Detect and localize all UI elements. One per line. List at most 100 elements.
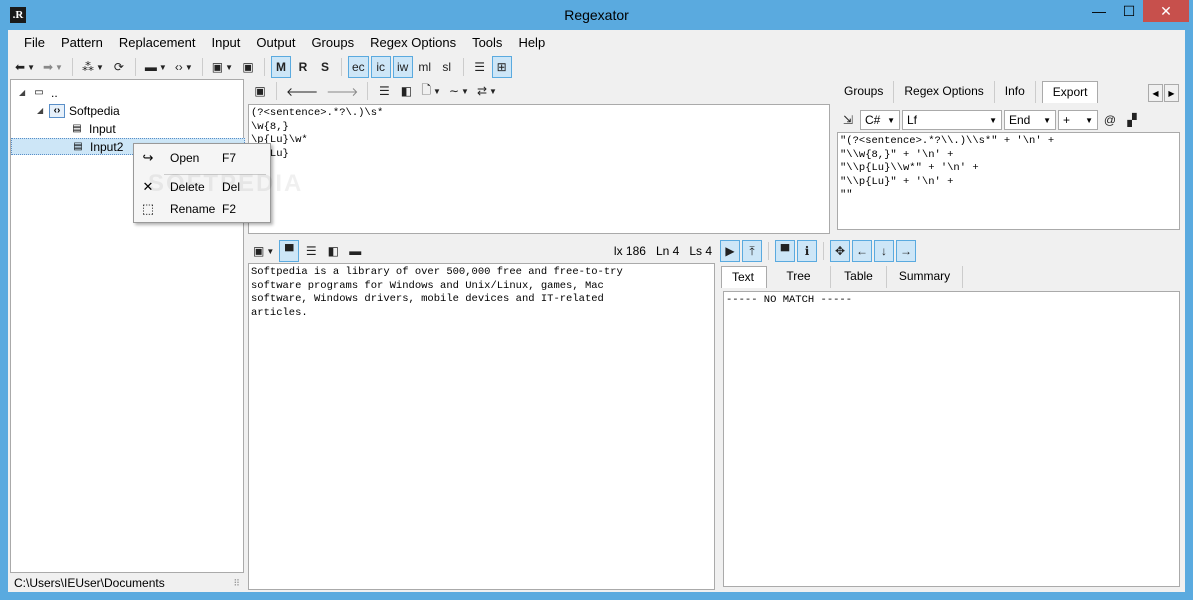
maximize-button[interactable]: ☐ [1115, 0, 1143, 22]
pattern-save-button[interactable]: ▣ [250, 80, 270, 102]
pattern-text[interactable]: (?<sentence>.*?\.)\s* \w{8,} \p{Lu}\w* \… [251, 107, 827, 161]
magic-button[interactable]: ⁂ ▼ [79, 56, 107, 78]
format-button[interactable]: ▞ [1122, 109, 1142, 131]
option-ml-button[interactable]: ml [415, 56, 435, 78]
title-bar[interactable]: .R Regexator — ☐ ✕ [0, 0, 1193, 30]
toolbar-separator [264, 58, 265, 76]
tab-regex-options[interactable]: Regex Options [894, 81, 995, 103]
forward-button[interactable]: ➡ ▼ [40, 56, 66, 78]
pattern-editor[interactable]: (?<sentence>.*?\.)\s* \w{8,} \p{Lu}\w* \… [248, 104, 830, 234]
menu-tools[interactable]: Tools [464, 35, 510, 50]
chevron-down-icon: ▼ [266, 246, 275, 256]
pattern-panel-button[interactable]: ◧ [396, 80, 416, 102]
resize-grip-icon[interactable]: ⠿ [233, 578, 240, 589]
tab-tree[interactable]: Tree [767, 266, 831, 288]
tab-scroll-right[interactable]: ▶ [1164, 84, 1179, 102]
pattern-doc-button[interactable]: 🗋 ▼ [418, 80, 444, 102]
menu-input[interactable]: Input [203, 35, 248, 50]
option-iw-button[interactable]: iw [392, 56, 413, 78]
nav-down-button[interactable]: ↓ [874, 240, 894, 262]
tab-table[interactable]: Table [831, 266, 887, 288]
tab-groups[interactable]: Groups [834, 81, 895, 103]
export-output[interactable]: "(?<sentence>.*?\\.)\\s*" + '\n' + "\\w{… [837, 132, 1180, 230]
pattern-forward-button[interactable]: 🡒 [323, 80, 361, 102]
back-button[interactable]: ⬅ ▼ [12, 56, 38, 78]
tab-info[interactable]: Info [995, 81, 1036, 103]
tree-project[interactable]: ◢ ‹› Softpedia [37, 102, 120, 119]
input-panel-button[interactable]: ◧ [323, 240, 343, 262]
save-all-button[interactable]: ▣ [238, 56, 258, 78]
run-button[interactable]: ▶ [720, 240, 740, 262]
output-panel[interactable]: ----- NO MATCH ----- [723, 291, 1180, 587]
info-button[interactable]: ℹ [797, 240, 817, 262]
tab-scroll-left[interactable]: ◀ [1148, 84, 1163, 102]
minimize-button[interactable]: — [1085, 0, 1113, 22]
layout-rows-button[interactable]: ☰ [470, 56, 490, 78]
input-editor[interactable]: Softpedia is a library of over 500,000 f… [248, 263, 715, 590]
position-select[interactable]: End ▼ [1004, 110, 1056, 130]
pattern-list-button[interactable]: ☰ [374, 80, 394, 102]
mode-match-button[interactable]: M [271, 56, 291, 78]
mode-replace-button[interactable]: R [293, 56, 313, 78]
menu-help[interactable]: Help [510, 35, 553, 50]
toolbar-separator [768, 242, 769, 260]
folder-icon: ▬ [144, 60, 157, 74]
menu-pattern[interactable]: Pattern [53, 35, 111, 50]
tree-item-input[interactable]: ▤ Input [69, 120, 115, 137]
watermark-text: SOFTPEDIA [148, 170, 304, 197]
output-toolbar: ▶ ⤒ ▀ ℹ ✥ ← ↓ → [720, 239, 916, 263]
tree-root[interactable]: ◢ ▭ .. [19, 84, 58, 101]
pattern-back-button[interactable]: 🡐 [283, 80, 321, 102]
paint-icon: ▀ [285, 244, 294, 258]
chevron-down-icon: ▼ [158, 62, 167, 72]
close-button[interactable]: ✕ [1143, 0, 1189, 22]
export-copy-button[interactable]: ⇲ [838, 109, 858, 131]
top-button[interactable]: ⤒ [742, 240, 762, 262]
output-format-button[interactable]: ▀ [775, 240, 795, 262]
context-item-open[interactable]: ↪ Open F7 [134, 147, 270, 169]
language-select[interactable]: C# ▼ [860, 110, 900, 130]
pattern-wave-button[interactable]: ∼ ▼ [446, 80, 472, 102]
save-icon: ▣ [211, 60, 224, 74]
menu-file[interactable]: File [16, 35, 53, 50]
save-all-icon: ▣ [242, 60, 254, 74]
code-button[interactable]: ‹› ▼ [172, 56, 196, 78]
back-arrow-icon: ⬅ [15, 60, 26, 74]
layout-grid-button[interactable]: ⊞ [491, 56, 512, 78]
open-folder-button[interactable]: ▬ ▼ [142, 56, 170, 78]
input-format-button[interactable]: ▀ [279, 240, 300, 262]
verbatim-button[interactable]: @ [1100, 109, 1120, 131]
tab-export[interactable]: Export [1041, 81, 1099, 103]
option-ec-button[interactable]: ec [348, 56, 369, 78]
tab-text[interactable]: Text [721, 266, 767, 288]
context-item-rename[interactable]: ⬚ Rename F2 [134, 198, 270, 220]
menu-output[interactable]: Output [248, 35, 303, 50]
concat-select[interactable]: + ▼ [1058, 110, 1098, 130]
refresh-button[interactable]: ⟳ [109, 56, 129, 78]
nav-right-button[interactable]: → [896, 240, 916, 262]
menu-regex-options[interactable]: Regex Options [362, 35, 464, 50]
expand-button[interactable]: ✥ [830, 240, 850, 262]
nav-left-button[interactable]: ← [852, 240, 872, 262]
input-wrap-button[interactable]: ▬ [345, 240, 365, 262]
export-text[interactable]: "(?<sentence>.*?\\.)\\s*" + '\n' + "\\w{… [840, 135, 1177, 203]
rename-icon: ⬚ [141, 201, 155, 216]
menu-replacement[interactable]: Replacement [111, 35, 204, 50]
tab-summary[interactable]: Summary [887, 266, 963, 288]
input-text[interactable]: Softpedia is a library of over 500,000 f… [251, 266, 712, 320]
newline-select[interactable]: Lf ▼ [902, 110, 1002, 130]
option-sl-button[interactable]: sl [437, 56, 457, 78]
mode-split-button[interactable]: S [315, 56, 335, 78]
input-list-button[interactable]: ☰ [301, 240, 321, 262]
input-position-lx: lx 186 [613, 244, 646, 258]
save-button[interactable]: ▣ ▼ [209, 56, 236, 78]
input-toolbar: ▣ ▼ ▀ ☰ ◧ ▬ lx 186 Ln 4 Ls 4 [250, 239, 716, 263]
rows-icon: ☰ [474, 60, 486, 74]
chevron-down-icon: ▼ [1043, 115, 1051, 125]
input-save-button[interactable]: ▣ ▼ [250, 240, 277, 262]
chevron-down-icon: ▼ [27, 62, 35, 72]
menu-groups[interactable]: Groups [303, 35, 362, 50]
export-icon: ⇲ [842, 113, 854, 127]
pattern-swap-button[interactable]: ⇄ ▼ [474, 80, 500, 102]
option-ic-button[interactable]: ic [370, 56, 391, 78]
